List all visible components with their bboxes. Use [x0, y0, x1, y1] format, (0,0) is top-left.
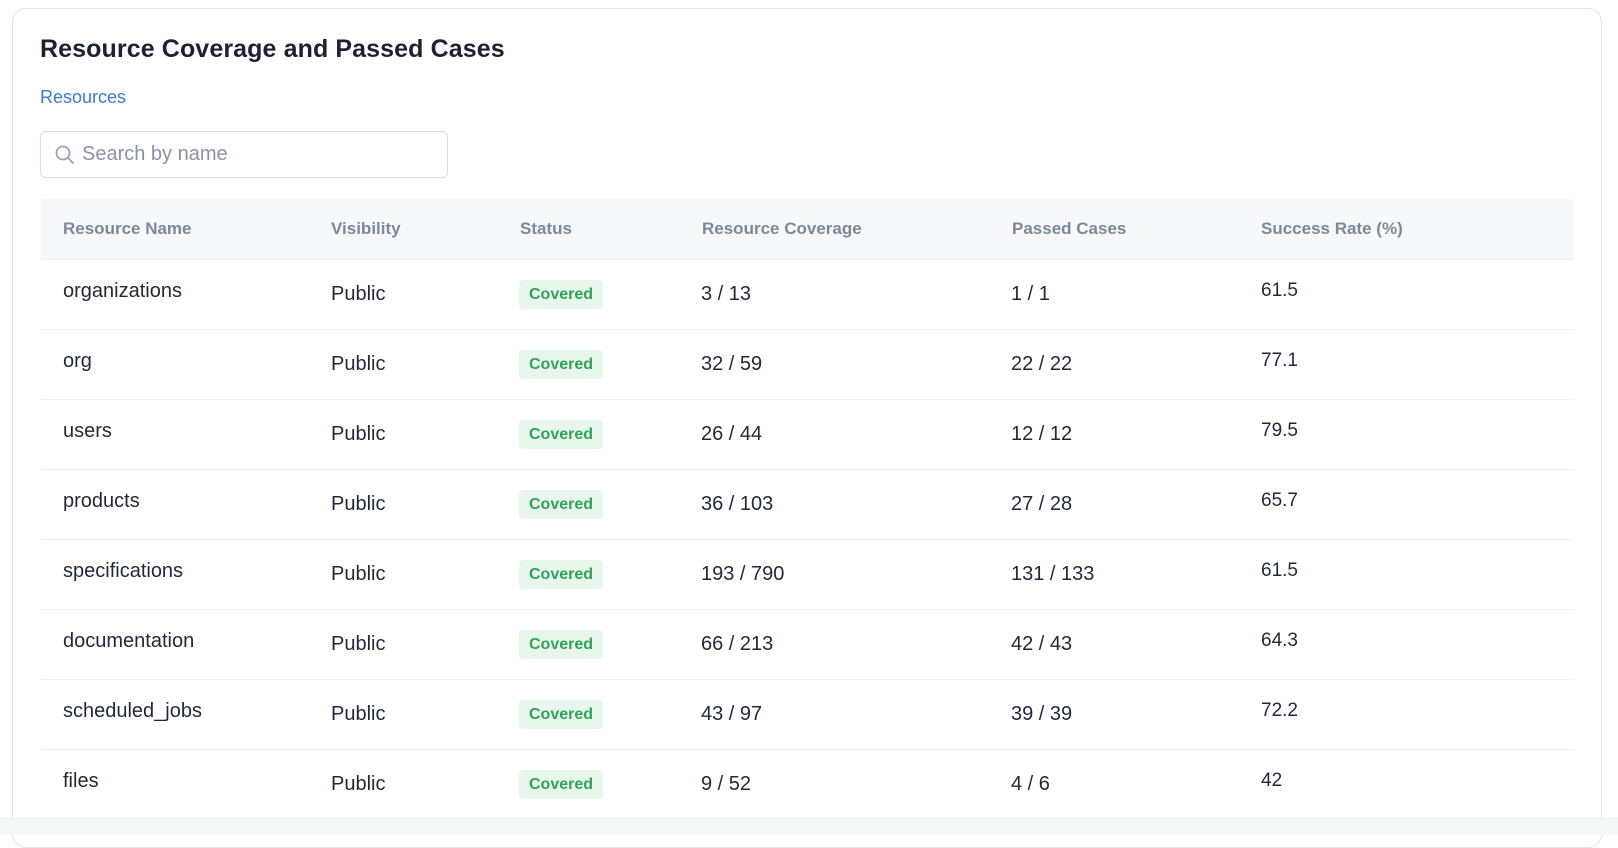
- status-badge: Covered: [519, 490, 604, 519]
- success-rate-cell: 42: [1261, 770, 1283, 791]
- column-header-resource-name[interactable]: Resource Name: [63, 219, 192, 239]
- passed-cases-cell: 39 / 39: [1011, 703, 1073, 725]
- resource-coverage-cell: 66 / 213: [701, 633, 774, 655]
- resource-name-cell: documentation: [63, 630, 195, 652]
- resource-coverage-cell: 3 / 13: [701, 283, 752, 305]
- visibility-cell: Public: [331, 773, 386, 795]
- column-header-passed-cases[interactable]: Passed Cases: [1012, 219, 1126, 239]
- success-rate-cell: 79.5: [1261, 420, 1298, 441]
- table-row[interactable]: org Public Covered 32 / 59 22 / 22 77.1: [41, 330, 1574, 400]
- resource-name-cell: users: [63, 420, 112, 442]
- resource-coverage-cell: 32 / 59: [701, 353, 763, 375]
- column-header-status[interactable]: Status: [520, 219, 572, 239]
- visibility-cell: Public: [331, 423, 386, 445]
- resource-coverage-panel: Resource Coverage and Passed Cases Resou…: [12, 8, 1602, 848]
- resource-coverage-cell: 9 / 52: [701, 773, 752, 795]
- table-row[interactable]: specifications Public Covered 193 / 790 …: [41, 540, 1574, 610]
- passed-cases-cell: 27 / 28: [1011, 493, 1073, 515]
- resource-name-cell: products: [63, 490, 140, 512]
- visibility-cell: Public: [331, 563, 386, 585]
- passed-cases-cell: 1 / 1: [1011, 283, 1050, 305]
- table-row[interactable]: documentation Public Covered 66 / 213 42…: [41, 610, 1574, 680]
- resource-coverage-cell: 36 / 103: [701, 493, 774, 515]
- resources-link[interactable]: Resources: [40, 87, 126, 108]
- column-header-resource-coverage[interactable]: Resource Coverage: [702, 219, 862, 239]
- column-header-visibility[interactable]: Visibility: [331, 219, 401, 239]
- success-rate-cell: 64.3: [1261, 630, 1298, 651]
- status-badge: Covered: [519, 350, 604, 379]
- table-row[interactable]: users Public Covered 26 / 44 12 / 12 79.…: [41, 400, 1574, 470]
- table-row[interactable]: files Public Covered 9 / 52 4 / 6 42: [41, 750, 1574, 820]
- search-icon: [55, 145, 74, 164]
- success-rate-cell: 61.5: [1261, 280, 1298, 301]
- resource-name-cell: organizations: [63, 280, 182, 302]
- visibility-cell: Public: [331, 353, 386, 375]
- passed-cases-cell: 12 / 12: [1011, 423, 1073, 445]
- visibility-cell: Public: [331, 703, 386, 725]
- resource-name-cell: specifications: [63, 560, 184, 582]
- success-rate-cell: 72.2: [1261, 700, 1298, 721]
- passed-cases-cell: 131 / 133: [1011, 563, 1095, 585]
- passed-cases-cell: 22 / 22: [1011, 353, 1073, 375]
- resource-coverage-cell: 43 / 97: [701, 703, 763, 725]
- status-badge: Covered: [519, 280, 604, 309]
- passed-cases-cell: 4 / 6: [1011, 773, 1050, 795]
- table-row[interactable]: scheduled_jobs Public Covered 43 / 97 39…: [41, 680, 1574, 750]
- table-header: Resource Name Visibility Status Resource…: [41, 199, 1574, 260]
- panel-title: Resource Coverage and Passed Cases: [40, 35, 505, 63]
- search-box[interactable]: [40, 131, 448, 178]
- status-badge: Covered: [519, 560, 604, 589]
- resource-name-cell: files: [63, 770, 99, 792]
- status-badge: Covered: [519, 420, 604, 449]
- visibility-cell: Public: [331, 283, 386, 305]
- success-rate-cell: 61.5: [1261, 560, 1298, 581]
- resource-name-cell: org: [63, 350, 92, 372]
- table-row[interactable]: products Public Covered 36 / 103 27 / 28…: [41, 470, 1574, 540]
- visibility-cell: Public: [331, 493, 386, 515]
- table-row[interactable]: organizations Public Covered 3 / 13 1 / …: [41, 260, 1574, 330]
- passed-cases-cell: 42 / 43: [1011, 633, 1073, 655]
- status-badge: Covered: [519, 630, 604, 659]
- resource-table: Resource Name Visibility Status Resource…: [41, 199, 1574, 820]
- bottom-bar: [0, 818, 1618, 835]
- status-badge: Covered: [519, 770, 604, 799]
- status-badge: Covered: [519, 700, 604, 729]
- visibility-cell: Public: [331, 633, 386, 655]
- column-header-success-rate[interactable]: Success Rate (%): [1261, 219, 1403, 239]
- success-rate-cell: 77.1: [1261, 350, 1298, 371]
- search-input[interactable]: [82, 132, 437, 176]
- success-rate-cell: 65.7: [1261, 490, 1298, 511]
- resource-coverage-cell: 26 / 44: [701, 423, 763, 445]
- resource-coverage-cell: 193 / 790: [701, 563, 785, 585]
- resource-name-cell: scheduled_jobs: [63, 700, 202, 722]
